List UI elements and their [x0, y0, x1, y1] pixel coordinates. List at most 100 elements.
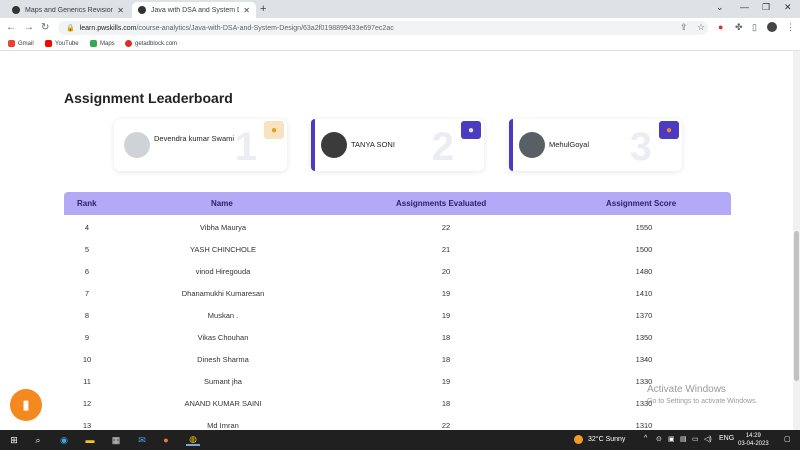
cell-rank: 13 — [82, 421, 92, 430]
table-row: 10 Dinesh Sharma 18 1340 — [64, 348, 731, 370]
page-content: Assignment Leaderboard Devendra kumar Sw… — [0, 51, 793, 430]
bookmark-label: getadblock.com — [135, 40, 178, 47]
bookmark-label: Maps — [100, 40, 115, 47]
cell-assignment-score: 1500 — [635, 245, 653, 254]
cell-rank: 4 — [84, 223, 90, 232]
bookmark-gmail[interactable]: Gmail — [8, 40, 34, 47]
browser-tab-maps-generics[interactable]: Maps and Generics Revision Class ✕ — [6, 2, 130, 18]
avatar — [124, 132, 150, 158]
minimize-icon[interactable]: — — [740, 2, 749, 12]
cell-rank: 5 — [84, 245, 90, 254]
top-rank-number: 3 — [629, 125, 652, 169]
cell-name: YASH CHINCHOLE — [189, 245, 257, 254]
top-rank-card-1: Devendra kumar Swami 1 ● — [114, 119, 287, 171]
tab-title: Maps and Generics Revision Class — [25, 6, 114, 14]
avatar — [519, 132, 545, 158]
extensions-puzzle-icon[interactable]: ✤ — [735, 22, 743, 33]
clock-time: 14:29 — [745, 433, 761, 439]
cell-name: Muskan . — [207, 311, 239, 320]
table-row: 12 ANAND KUMAR SAINI 18 1330 — [64, 392, 731, 414]
cell-rank: 9 — [84, 333, 90, 342]
profile-avatar-icon[interactable] — [767, 22, 777, 32]
page-title: Assignment Leaderboard — [64, 90, 233, 106]
tray-app-icon[interactable]: ▣ — [668, 435, 675, 443]
column-header-rank: Rank — [77, 199, 97, 208]
battery-icon[interactable]: ▭ — [692, 435, 699, 443]
tab-close-icon[interactable]: ✕ — [243, 6, 250, 15]
tray-app-icon[interactable]: ⊙ — [656, 435, 662, 443]
cell-assignments-evaluated: 19 — [441, 289, 451, 298]
browser-tab-java-dsa[interactable]: Java with DSA and System Design ✕ — [132, 2, 256, 18]
top-rank-name: TANYA SONI — [351, 140, 395, 149]
system-clock[interactable]: 14:29 03-04-2023 — [738, 432, 769, 448]
top-rank-name: Devendra kumar Swami — [154, 134, 235, 143]
bookmark-youtube[interactable]: YouTube — [45, 40, 79, 47]
side-panel-icon[interactable]: ▯ — [752, 22, 757, 33]
chrome-icon[interactable]: ◍ — [186, 434, 200, 446]
tab-favicon-icon — [138, 6, 146, 14]
lock-icon: 🔒 — [66, 25, 75, 32]
windows-taskbar: ⊞ ⌕ ◉ ▬ ▦ ✉ ● ◍ 32°C Sunny ^ ⊙ ▣ ▤ ▭ ◁) … — [0, 430, 800, 450]
top-rank-card-3: MehulGoyal 3 ● — [509, 119, 682, 171]
tab-close-icon[interactable]: ✕ — [117, 6, 124, 15]
menu-kebab-icon[interactable]: ⋮ — [786, 22, 795, 33]
top-rank-number: 2 — [431, 125, 454, 169]
cell-name: vinod Hiregouda — [195, 267, 251, 276]
store-icon[interactable]: ▦ — [110, 434, 122, 446]
tray-chevron-icon[interactable]: ^ — [644, 435, 647, 442]
file-explorer-icon[interactable]: ▬ — [84, 434, 96, 446]
speaker-icon[interactable]: ◁) — [704, 435, 712, 443]
sun-icon — [574, 435, 583, 444]
cell-assignments-evaluated: 22 — [441, 223, 451, 232]
activate-windows-watermark: Activate Windows Go to Settings to activ… — [647, 384, 758, 405]
address-bar[interactable]: 🔒 learn.pwskills.com /course-analytics/J… — [58, 21, 708, 35]
leaderboard-table-header: Rank Name Assignments Evaluated Assignme… — [64, 192, 731, 215]
weather-text: 32°C Sunny — [588, 436, 626, 443]
tab-favicon-icon — [12, 6, 20, 14]
bookmark-label: Gmail — [18, 40, 34, 47]
firefox-icon[interactable]: ● — [160, 434, 172, 446]
tab-search-icon[interactable]: ⌄ — [716, 2, 724, 13]
share-icon[interactable]: ⇪ — [680, 22, 688, 33]
cell-assignments-evaluated: 19 — [441, 311, 451, 320]
language-indicator[interactable]: ENG — [719, 435, 734, 442]
maximize-icon[interactable]: ❐ — [762, 2, 770, 13]
reload-icon[interactable]: ↻ — [41, 22, 49, 33]
back-icon[interactable]: ← — [6, 22, 16, 33]
adblock-extension-icon[interactable]: ● — [718, 22, 723, 32]
edge-browser-icon[interactable]: ◉ — [58, 434, 70, 446]
forward-icon[interactable]: → — [24, 22, 34, 33]
tray-app-icon[interactable]: ▤ — [680, 435, 687, 443]
table-row: 8 Muskan . 19 1370 — [64, 304, 731, 326]
clock-date: 03-04-2023 — [738, 441, 769, 447]
cell-name: ANAND KUMAR SAINI — [184, 399, 262, 408]
watermark-subtitle: Go to Settings to activate Windows. — [647, 398, 758, 405]
bookmark-star-icon[interactable]: ☆ — [697, 22, 705, 33]
medal-bronze-icon: ● — [659, 121, 679, 139]
scrollbar-thumb[interactable] — [794, 231, 799, 381]
table-row: 4 Vibha Maurya 22 1550 — [64, 216, 731, 238]
notifications-icon[interactable]: ▢ — [784, 435, 791, 443]
cell-assignments-evaluated: 19 — [441, 377, 451, 386]
column-header-name: Name — [211, 199, 233, 208]
url-path: /course-analytics/Java-with-DSA-and-Syst… — [136, 24, 394, 32]
page-scrollbar[interactable] — [793, 51, 800, 430]
search-icon[interactable]: ⌕ — [32, 434, 44, 446]
mail-icon[interactable]: ✉ — [136, 434, 148, 446]
bookmark-maps[interactable]: Maps — [90, 40, 115, 47]
adblock-icon — [125, 40, 132, 47]
tab-title: Java with DSA and System Design — [151, 6, 239, 14]
cell-name: Dhanamukhi Kumaresan — [181, 289, 265, 298]
browser-tabstrip: Maps and Generics Revision Class ✕ Java … — [0, 0, 800, 18]
cell-rank: 7 — [84, 289, 90, 298]
new-tab-button[interactable]: + — [260, 3, 266, 15]
chat-support-button[interactable]: ▮ — [10, 389, 42, 421]
close-window-icon[interactable]: ✕ — [784, 2, 792, 13]
card-accent-bar — [509, 119, 513, 171]
weather-widget[interactable]: 32°C Sunny — [574, 435, 625, 444]
bookmark-getadblock[interactable]: getadblock.com — [125, 40, 177, 47]
windows-start-icon[interactable]: ⊞ — [8, 434, 20, 446]
bookmark-label: YouTube — [55, 40, 79, 47]
url-host: learn.pwskills.com — [79, 24, 137, 32]
column-header-assignments-evaluated: Assignments Evaluated — [396, 199, 487, 208]
